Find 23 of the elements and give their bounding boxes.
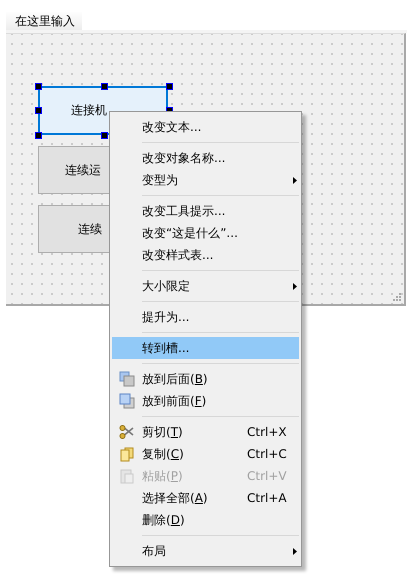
- resize-handle[interactable]: [35, 132, 42, 139]
- menu-item[interactable]: 复制(C) Ctrl+C: [112, 443, 299, 465]
- menu-item[interactable]: 剪切(T) Ctrl+X: [112, 421, 299, 443]
- send-to-back-icon: [119, 371, 135, 387]
- scissors-icon: [119, 424, 135, 440]
- menu-item[interactable]: 放到前面(F): [112, 390, 299, 412]
- paste-icon: [119, 468, 135, 484]
- menu-item[interactable]: 选择全部(A) Ctrl+A: [112, 487, 299, 509]
- menu-placeholder[interactable]: 在这里输入: [6, 12, 82, 30]
- menu-item[interactable]: 大小限定: [112, 275, 299, 297]
- resize-grip-icon[interactable]: [393, 293, 401, 301]
- bring-to-front-icon: [119, 393, 135, 409]
- menu-item[interactable]: 删除(D): [112, 509, 299, 531]
- resize-handle[interactable]: [35, 107, 42, 114]
- menu-item[interactable]: 转到槽...: [112, 337, 299, 359]
- menu-item[interactable]: 布局: [112, 540, 299, 562]
- resize-handle[interactable]: [35, 83, 42, 90]
- menu-item[interactable]: 提升为...: [112, 306, 299, 328]
- resize-handle[interactable]: [101, 132, 108, 139]
- resize-handle[interactable]: [101, 83, 108, 90]
- copy-icon: [119, 446, 135, 462]
- resize-handle[interactable]: [166, 83, 173, 90]
- menu-item[interactable]: 放到后面(B): [112, 368, 299, 390]
